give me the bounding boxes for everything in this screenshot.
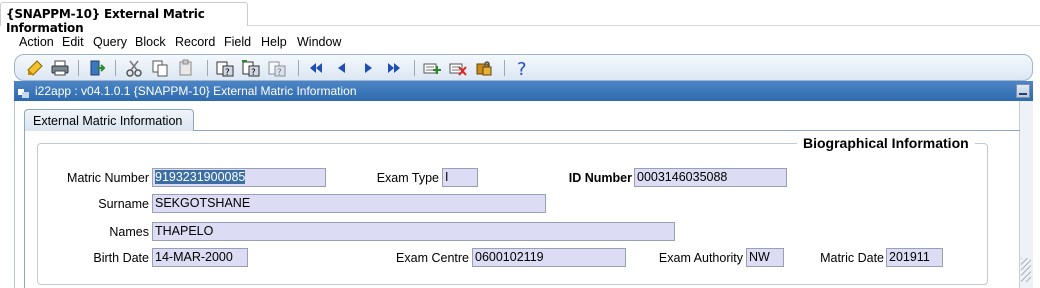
- paste-icon[interactable]: [176, 58, 196, 78]
- group-title: Biographical Information: [797, 135, 975, 151]
- menu-action[interactable]: Action: [19, 35, 54, 49]
- toolbar-separator: [298, 60, 299, 76]
- print-icon[interactable]: [50, 58, 70, 78]
- svg-text:?: ?: [225, 68, 230, 78]
- menu-window[interactable]: Window: [297, 35, 341, 49]
- surname-field[interactable]: SEKGOTSHANE: [152, 194, 546, 213]
- vertical-scrollbar[interactable]: [1019, 101, 1033, 288]
- execute-query-icon[interactable]: ?: [241, 58, 261, 78]
- birth-date-label: Birth Date: [93, 251, 149, 265]
- menu-record[interactable]: Record: [175, 35, 215, 49]
- tab-border: [24, 131, 25, 288]
- menu-block[interactable]: Block: [135, 35, 166, 49]
- toolbar-separator: [414, 60, 415, 76]
- exam-centre-label: Exam Centre: [396, 251, 469, 265]
- id-number-field[interactable]: 0003146035088: [634, 168, 787, 187]
- svg-text:?: ?: [517, 59, 527, 78]
- app-icon: [18, 87, 29, 98]
- matric-date-field[interactable]: 201911: [886, 248, 943, 267]
- matric-number-label: Matric Number: [67, 171, 149, 185]
- matric-number-value: 9193231900085: [155, 170, 246, 184]
- save-icon[interactable]: [25, 58, 45, 78]
- birth-date-field[interactable]: 14-MAR-2000: [152, 248, 248, 267]
- menu-field[interactable]: Field: [224, 35, 251, 49]
- exam-authority-field[interactable]: NW: [746, 248, 784, 267]
- exam-centre-field[interactable]: 0600102119: [472, 248, 626, 267]
- toolbar-separator: [115, 60, 116, 76]
- matric-number-field[interactable]: 9193231900085: [152, 168, 326, 187]
- tab-external-matric-information[interactable]: External Matric Information: [24, 109, 194, 131]
- menu-help[interactable]: Help: [261, 35, 287, 49]
- previous-record-icon[interactable]: [332, 58, 352, 78]
- names-field[interactable]: THAPELO: [152, 222, 675, 241]
- toolbar-separator: [504, 60, 505, 76]
- cancel-query-icon[interactable]: ?: [267, 58, 287, 78]
- window-tab[interactable]: {SNAPPM-10} External Matric Information: [0, 2, 248, 35]
- menu-query[interactable]: Query: [93, 35, 127, 49]
- exit-icon[interactable]: [87, 58, 107, 78]
- last-record-icon[interactable]: [384, 58, 404, 78]
- copy-icon[interactable]: [150, 58, 170, 78]
- toolbar-separator: [78, 60, 79, 76]
- enter-query-icon[interactable]: ?: [215, 58, 235, 78]
- exam-type-field[interactable]: I: [442, 168, 478, 187]
- window-tab-title: {SNAPPM-10} External Matric Information: [6, 7, 205, 35]
- exam-authority-label: Exam Authority: [658, 251, 743, 265]
- lock-record-icon[interactable]: [474, 58, 494, 78]
- toolbar-separator: [207, 60, 208, 76]
- minimize-button[interactable]: [1016, 84, 1030, 98]
- cut-icon[interactable]: [124, 58, 144, 78]
- names-label: Names: [109, 225, 149, 239]
- surname-label: Surname: [98, 197, 149, 211]
- help-icon[interactable]: ?: [512, 58, 532, 80]
- matric-date-label: Matric Date: [820, 251, 884, 265]
- insert-record-icon[interactable]: [422, 58, 442, 78]
- form-window-title: i22app : v04.1.0.1 {SNAPPM-10} External …: [35, 84, 357, 98]
- svg-text:?: ?: [277, 68, 282, 78]
- next-record-icon[interactable]: [358, 58, 378, 78]
- resize-grip-icon[interactable]: [1021, 258, 1031, 282]
- first-record-icon[interactable]: [306, 58, 326, 78]
- tab-border: [194, 130, 1020, 131]
- tab-label: External Matric Information: [33, 114, 183, 128]
- svg-text:?: ?: [251, 68, 256, 78]
- toolbar: ? ? ? ?: [14, 54, 1033, 81]
- form-window-titlebar[interactable]: i22app : v04.1.0.1 {SNAPPM-10} External …: [14, 81, 1033, 101]
- delete-record-icon[interactable]: [448, 58, 468, 78]
- id-number-label: ID Number: [568, 171, 632, 185]
- exam-type-label: Exam Type: [376, 171, 439, 185]
- divider: [248, 25, 1040, 26]
- menu-edit[interactable]: Edit: [62, 35, 84, 49]
